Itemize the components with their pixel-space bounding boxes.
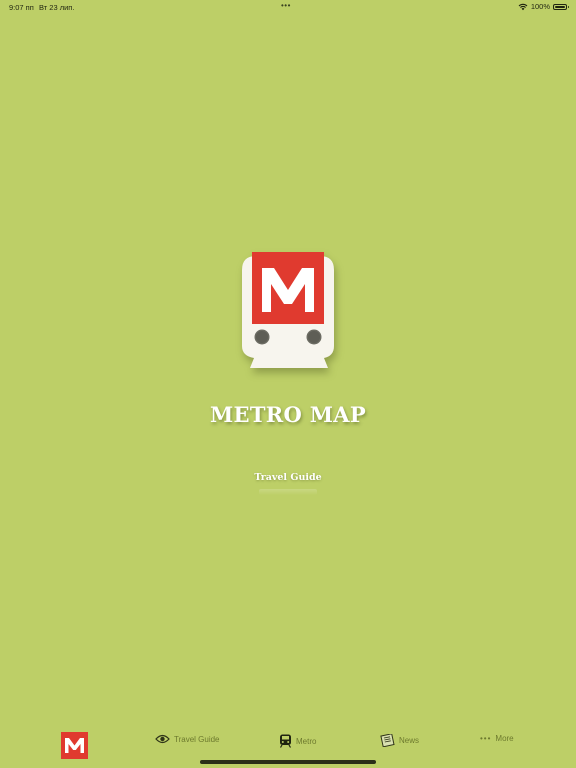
app-subtitle: Travel Guide	[254, 472, 322, 483]
home-indicator[interactable]	[200, 760, 376, 764]
status-bar: 9:07 пп Вт 23 лип. ••• 100%	[0, 0, 576, 16]
tab-more[interactable]: ••• More	[480, 734, 514, 743]
status-time: 9:07 пп	[9, 3, 34, 12]
tab-metro[interactable]: Metro	[279, 734, 316, 748]
metro-train-logo-icon	[242, 252, 334, 368]
tab-label: Metro	[296, 736, 317, 746]
battery-percentage: 100%	[530, 2, 550, 11]
tab-metro-logo[interactable]	[61, 732, 88, 759]
multitasking-dots-icon[interactable]: •••	[281, 1, 291, 10]
more-dots-icon: •••	[480, 734, 492, 743]
battery-icon	[553, 3, 569, 10]
train-icon	[279, 734, 292, 748]
tab-travel-guide[interactable]: Travel Guide	[155, 734, 220, 744]
wifi-icon	[518, 3, 528, 10]
status-date: Вт 23 лип.	[39, 3, 75, 12]
tab-news[interactable]: News	[380, 734, 419, 747]
subtitle-reflection	[259, 489, 317, 495]
metro-logo-icon	[65, 738, 84, 753]
newspaper-icon	[380, 734, 395, 747]
status-right: 100%	[518, 2, 569, 11]
app-title: METRO MAP	[210, 402, 366, 427]
tab-label: News	[399, 736, 420, 745]
metro-logo	[240, 252, 336, 374]
eye-icon	[155, 734, 170, 744]
tab-label: Travel Guide	[174, 734, 220, 744]
tab-label: More	[495, 734, 514, 743]
